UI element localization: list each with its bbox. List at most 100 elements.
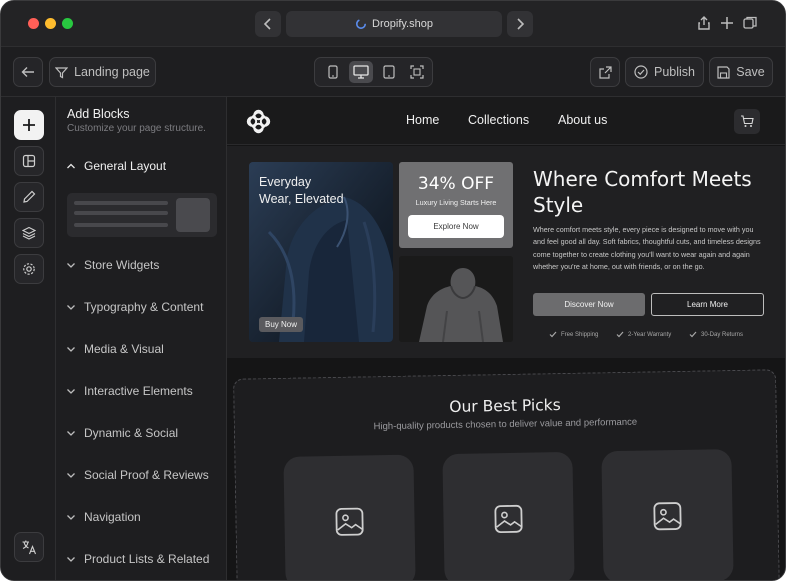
device-mobile[interactable]	[321, 61, 345, 83]
pencil-icon	[23, 190, 36, 203]
category-label: Social Proof & Reviews	[84, 468, 209, 482]
block-preview-line	[74, 201, 168, 205]
url-text: Dropify.shop	[372, 18, 433, 30]
cart-button[interactable]	[734, 109, 760, 134]
fullscreen-icon	[410, 65, 424, 79]
add-block-button[interactable]	[14, 110, 44, 140]
external-link-icon	[598, 65, 612, 79]
hero-title: Where Comfort Meets Style	[533, 167, 752, 217]
product-card[interactable]	[601, 449, 734, 580]
layout-block-card[interactable]	[67, 193, 217, 237]
category-label: Product Lists & Related	[84, 552, 210, 566]
tool-rail	[1, 97, 56, 580]
category-product-lists-related[interactable]: Product Lists & Related	[66, 552, 209, 566]
editor-toolbar: Landing page Publish Save	[1, 47, 785, 97]
learn-more-button[interactable]: Learn More	[651, 293, 764, 316]
category-label: Store Widgets	[84, 258, 160, 272]
layers-button[interactable]	[14, 218, 44, 248]
product-card[interactable]	[283, 454, 416, 580]
buy-now-button[interactable]: Buy Now	[259, 317, 304, 332]
device-desktop[interactable]	[349, 61, 373, 83]
plus-icon	[23, 119, 35, 131]
translate-icon	[22, 540, 37, 555]
browser-forward-button[interactable]	[507, 11, 533, 37]
filter-icon	[55, 66, 69, 78]
category-social-proof-reviews[interactable]: Social Proof & Reviews	[66, 468, 209, 482]
monitor-icon	[353, 65, 369, 79]
publish-label: Publish	[654, 65, 695, 79]
phone-icon	[328, 65, 338, 79]
chevron-down-icon	[67, 263, 75, 268]
check-circle-icon	[634, 65, 648, 79]
tab-overview-icon[interactable]	[742, 15, 758, 31]
chevron-left-icon	[263, 18, 271, 30]
save-button[interactable]: Save	[709, 57, 773, 87]
promo-card: 34% OFF Luxury Living Starts Here Explor…	[399, 162, 513, 248]
language-button[interactable]	[14, 532, 44, 562]
preview-button[interactable]	[590, 57, 620, 87]
explore-now-button[interactable]: Explore Now	[408, 215, 504, 238]
edit-button[interactable]	[14, 182, 44, 212]
minimize-window-button[interactable]	[45, 18, 56, 29]
arrow-left-icon	[21, 67, 34, 77]
category-label: General Layout	[84, 159, 167, 173]
nav-link-home[interactable]: Home	[406, 113, 439, 127]
panel-subtitle: Customize your page structure.	[67, 123, 206, 134]
chevron-down-icon	[67, 389, 75, 394]
page-selector[interactable]: Landing page	[49, 57, 156, 87]
feature-returns: 30-Day Returns	[689, 331, 743, 338]
panel-title: Add Blocks	[67, 107, 130, 121]
app-window: Dropify.shop Landing page Publish Save A…	[0, 0, 786, 581]
chevron-right-icon	[517, 18, 525, 30]
category-interactive-elements[interactable]: Interactive Elements	[66, 384, 193, 398]
best-picks-section[interactable]: Our Best Picks High-quality products cho…	[233, 369, 780, 580]
promo-subtitle: Luxury Living Starts Here	[415, 198, 497, 207]
device-tablet[interactable]	[377, 61, 401, 83]
back-button[interactable]	[13, 57, 43, 87]
category-label: Typography & Content	[84, 300, 204, 314]
site-header[interactable]: Home Collections About us	[227, 97, 785, 145]
publish-button[interactable]: Publish	[625, 57, 704, 87]
cart-icon	[741, 115, 754, 127]
chevron-down-icon	[67, 347, 75, 352]
hero-jacket-image: Everyday Wear, Elevated Buy Now	[249, 162, 393, 342]
category-navigation[interactable]: Navigation	[66, 510, 141, 524]
discover-now-button[interactable]: Discover Now	[533, 293, 645, 316]
chevron-up-icon	[67, 163, 75, 169]
new-tab-icon[interactable]	[719, 15, 735, 31]
settings-button[interactable]	[14, 254, 44, 284]
check-icon	[616, 331, 624, 338]
brand-logo-icon[interactable]	[246, 109, 271, 134]
device-fullscreen[interactable]	[405, 61, 429, 83]
category-label: Media & Visual	[84, 342, 164, 356]
blocks-panel: Add Blocks Customize your page structure…	[56, 97, 227, 580]
nav-link-about[interactable]: About us	[558, 113, 607, 127]
product-card[interactable]	[442, 451, 575, 580]
gear-icon	[23, 263, 35, 275]
page-canvas: Home Collections About us Everyday Wear,…	[227, 97, 785, 580]
browser-back-button[interactable]	[255, 11, 281, 37]
category-media-visual[interactable]: Media & Visual	[66, 342, 164, 356]
category-typography-content[interactable]: Typography & Content	[66, 300, 203, 314]
nav-link-collections[interactable]: Collections	[468, 113, 529, 127]
chevron-down-icon	[67, 557, 75, 562]
tablet-icon	[383, 65, 395, 79]
category-store-widgets[interactable]: Store Widgets	[66, 258, 159, 272]
hero-image-caption: Everyday Wear, Elevated	[259, 175, 344, 206]
save-disk-icon	[717, 65, 730, 79]
chevron-down-icon	[67, 515, 75, 520]
templates-button[interactable]	[14, 146, 44, 176]
address-bar[interactable]: Dropify.shop	[286, 11, 502, 37]
close-window-button[interactable]	[28, 18, 39, 29]
block-preview-line	[74, 211, 168, 215]
page-selector-label: Landing page	[74, 65, 150, 79]
category-dynamic-social[interactable]: Dynamic & Social	[66, 426, 178, 440]
feature-label: Free Shipping	[561, 331, 599, 338]
hero-section[interactable]: Everyday Wear, Elevated Buy Now 34% OFF …	[227, 146, 785, 358]
save-label: Save	[736, 65, 765, 79]
zoom-window-button[interactable]	[62, 18, 73, 29]
image-placeholder-icon	[653, 502, 682, 531]
category-general-layout[interactable]: General Layout	[66, 159, 166, 173]
share-icon[interactable]	[696, 15, 712, 31]
check-icon	[549, 331, 557, 338]
